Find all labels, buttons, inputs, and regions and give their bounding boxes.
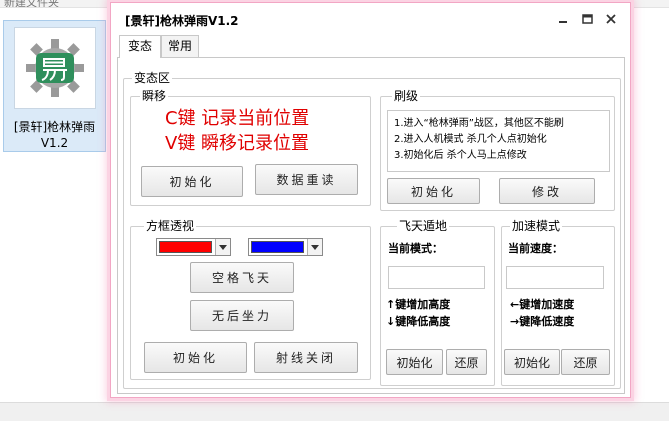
minimize-icon[interactable] bbox=[555, 11, 571, 27]
box-esp-legend: 方框透视 bbox=[144, 219, 197, 233]
brush-step-3: 3.初始化后 杀个人马上点修改 bbox=[394, 150, 527, 161]
color-select-1[interactable] bbox=[156, 238, 231, 256]
maximize-icon[interactable] bbox=[579, 11, 595, 27]
ray-off-button[interactable]: 射线关闭 bbox=[254, 342, 358, 373]
brush-instructions-box: 1.进入“枪林弹雨”战区，其他区不能刷 2.进入人机模式 杀几个人点初始化 3.… bbox=[387, 110, 610, 172]
speed-label: 当前速度： bbox=[508, 242, 563, 255]
title-bar[interactable]: [景轩]枪林弹雨V1.2 bbox=[111, 3, 630, 35]
teleport-init-button[interactable]: 初始化 bbox=[141, 166, 243, 197]
fly-init-button[interactable]: 初始化 bbox=[386, 349, 443, 375]
no-recoil-button[interactable]: 无后坐力 bbox=[190, 300, 294, 331]
teleport-hint-v: V键 瞬移记录位置 bbox=[165, 133, 310, 154]
window-title: [景轩]枪林弹雨V1.2 bbox=[125, 14, 239, 28]
brush-step-2: 2.进入人机模式 杀几个人点初始化 bbox=[394, 134, 547, 145]
app-icon bbox=[14, 27, 96, 109]
modify-button[interactable]: 修改 bbox=[499, 178, 595, 204]
teleport-hint-c: C键 记录当前位置 bbox=[165, 108, 310, 129]
status-bar bbox=[0, 402, 669, 421]
chevron-down-icon bbox=[215, 239, 230, 255]
brush-init-button[interactable]: 初始化 bbox=[387, 178, 480, 204]
close-icon[interactable] bbox=[603, 11, 619, 27]
color-swatch-1 bbox=[159, 241, 212, 253]
fly-legend: 飞天遁地 bbox=[397, 219, 450, 233]
app-window: [景轩]枪林弹雨V1.2 变态 常用 变态区 瞬移 C键 记录当前位置 V键 瞬… bbox=[110, 2, 631, 398]
speed-up-hint: ←键增加速度 bbox=[510, 298, 575, 311]
speed-legend: 加速模式 bbox=[510, 219, 563, 233]
space-fly-button[interactable]: 空格飞天 bbox=[190, 262, 294, 293]
data-reread-button[interactable]: 数据重读 bbox=[255, 164, 358, 195]
biantai-legend: 变态区 bbox=[132, 71, 173, 85]
box-init-button[interactable]: 初始化 bbox=[144, 342, 247, 373]
color-swatch-2 bbox=[251, 241, 304, 253]
speed-init-button[interactable]: 初始化 bbox=[504, 349, 560, 375]
tab-biantai[interactable]: 变态 bbox=[119, 35, 161, 58]
fly-up-hint: ↑键增加高度 bbox=[386, 298, 451, 311]
tab-changyong[interactable]: 常用 bbox=[161, 35, 199, 57]
fly-mode-field[interactable] bbox=[388, 266, 485, 289]
fly-restore-button[interactable]: 还原 bbox=[446, 349, 487, 375]
file-item[interactable]: [景轩]枪林弹雨 V1.2 bbox=[3, 20, 106, 152]
teleport-legend: 瞬移 bbox=[140, 89, 169, 103]
tab-page: 变态区 瞬移 C键 记录当前位置 V键 瞬移记录位置 初始化 数据重读 刷级 1… bbox=[117, 57, 625, 394]
new-folder-label[interactable]: 新建文件夹 bbox=[4, 0, 59, 7]
fly-mode-label: 当前模式： bbox=[388, 242, 443, 255]
chevron-down-icon bbox=[307, 239, 322, 255]
color-select-2[interactable] bbox=[248, 238, 323, 256]
brush-level-legend: 刷级 bbox=[392, 89, 421, 103]
speed-field[interactable] bbox=[506, 266, 604, 289]
brush-step-1: 1.进入“枪林弹雨”战区，其他区不能刷 bbox=[394, 118, 564, 129]
speed-down-hint: →键降低速度 bbox=[510, 315, 575, 328]
fly-down-hint: ↓键降低高度 bbox=[386, 315, 451, 328]
file-label: [景轩]枪林弹雨 V1.2 bbox=[13, 120, 96, 150]
speed-restore-button[interactable]: 还原 bbox=[561, 349, 610, 375]
